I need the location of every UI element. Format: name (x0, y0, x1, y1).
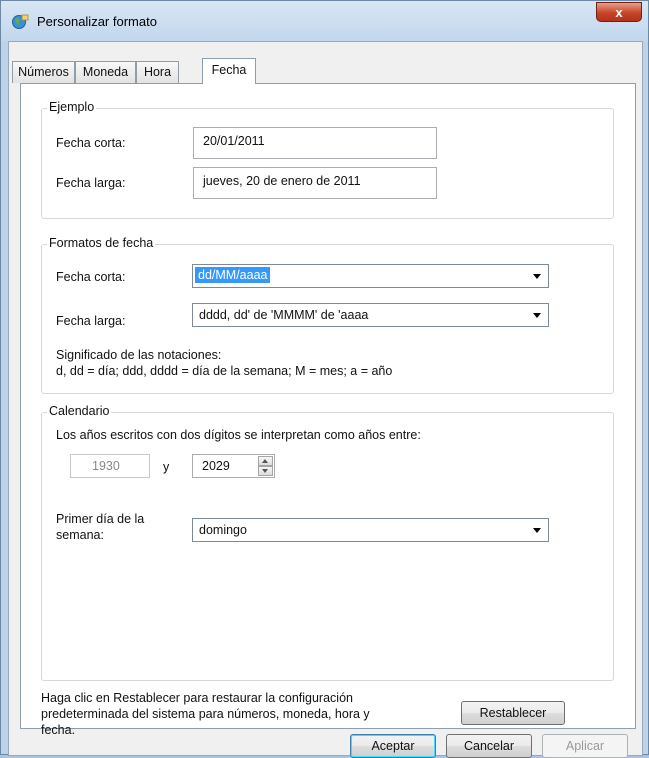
fecha-corta-format-combo[interactable]: dd/MM/aaaa (192, 264, 549, 288)
combo-value: dddd, dd' de 'MMMM' de 'aaaa (199, 308, 369, 322)
combo-value: dd/MM/aaaa (195, 267, 271, 283)
group-ejemplo: Ejemplo Fecha corta: 20/01/2011 Fecha la… (41, 100, 614, 219)
dropdown-arrow-icon[interactable] (533, 528, 541, 533)
title-bar[interactable]: Personalizar formato x (1, 1, 648, 41)
year-to-value: 2029 (202, 459, 230, 473)
dropdown-arrow-icon[interactable] (533, 274, 541, 279)
spin-down-button[interactable] (258, 466, 273, 476)
primer-dia-label: Primer día de la (56, 512, 145, 526)
fecha-larga-example-label: Fecha larga: (56, 176, 126, 190)
restablecer-button[interactable]: Restablecer (461, 701, 565, 725)
primer-dia-label-line2: semana: (56, 528, 104, 542)
tab-label: Hora (143, 65, 172, 79)
tab-numeros[interactable]: Números (12, 61, 75, 83)
fecha-corta-example-label: Fecha corta: (56, 136, 126, 150)
tab-panel-fecha: Ejemplo Fecha corta: 20/01/2011 Fecha la… (20, 83, 636, 737)
arrow-down-icon (262, 469, 268, 473)
notaciones-title: Significado de las notaciones: (56, 348, 222, 362)
reset-description-line2: predeterminada del sistema para números,… (41, 707, 370, 721)
close-button[interactable]: x (596, 2, 642, 22)
group-legend: Calendario (47, 404, 112, 418)
group-calendario: Calendario Los años escritos con dos díg… (41, 404, 614, 681)
year-to-spinner[interactable]: 2029 (192, 454, 275, 478)
tab-hora[interactable]: Hora (136, 61, 179, 83)
dialog-window: Personalizar formato x Números Moneda Ho… (0, 0, 649, 758)
aplicar-button: Aplicar (542, 734, 628, 758)
fecha-corta-example-field: 20/01/2011 (193, 127, 437, 159)
close-icon: x (615, 5, 623, 20)
group-legend: Ejemplo (47, 100, 97, 114)
dropdown-arrow-icon[interactable] (533, 313, 541, 318)
y-label: y (163, 460, 170, 474)
window-title: Personalizar formato (37, 14, 157, 29)
cancelar-button[interactable]: Cancelar (446, 734, 532, 758)
tab-label: Moneda (82, 65, 129, 79)
spin-up-button[interactable] (258, 456, 273, 466)
reset-description: Haga clic en Restablecer para restaurar … (41, 691, 353, 705)
dialog-client: Números Moneda Hora Fecha Ejemplo Fecha … (8, 41, 643, 758)
year-from-value: 1930 (92, 459, 120, 473)
fecha-larga-format-label: Fecha larga: (56, 314, 126, 328)
tab-fecha[interactable]: Fecha (202, 58, 256, 84)
year-from-field: 1930 (70, 454, 150, 478)
two-digit-year-description: Los años escritos con dos dígitos se int… (56, 428, 421, 442)
group-formatos-fecha: Formatos de fecha Fecha corta: dd/MM/aaa… (41, 236, 614, 394)
group-legend: Formatos de fecha (47, 236, 156, 250)
region-globe-icon (12, 14, 29, 29)
combo-value: domingo (199, 523, 247, 537)
reset-description-line3: fecha. (41, 723, 76, 737)
tab-label: Números (18, 65, 69, 79)
spinner-buttons (258, 456, 273, 476)
fecha-larga-example-field: jueves, 20 de enero de 2011 (193, 167, 437, 199)
tab-label: Fecha (211, 63, 247, 77)
primer-dia-combo[interactable]: domingo (192, 518, 549, 542)
arrow-up-icon (262, 459, 268, 463)
tab-moneda[interactable]: Moneda (75, 61, 136, 83)
fecha-corta-format-label: Fecha corta: (56, 270, 126, 284)
notaciones-text: d, dd = día; ddd, dddd = día de la seman… (56, 364, 393, 378)
fecha-larga-format-combo[interactable]: dddd, dd' de 'MMMM' de 'aaaa (192, 303, 549, 327)
aceptar-button[interactable]: Aceptar (350, 734, 436, 758)
